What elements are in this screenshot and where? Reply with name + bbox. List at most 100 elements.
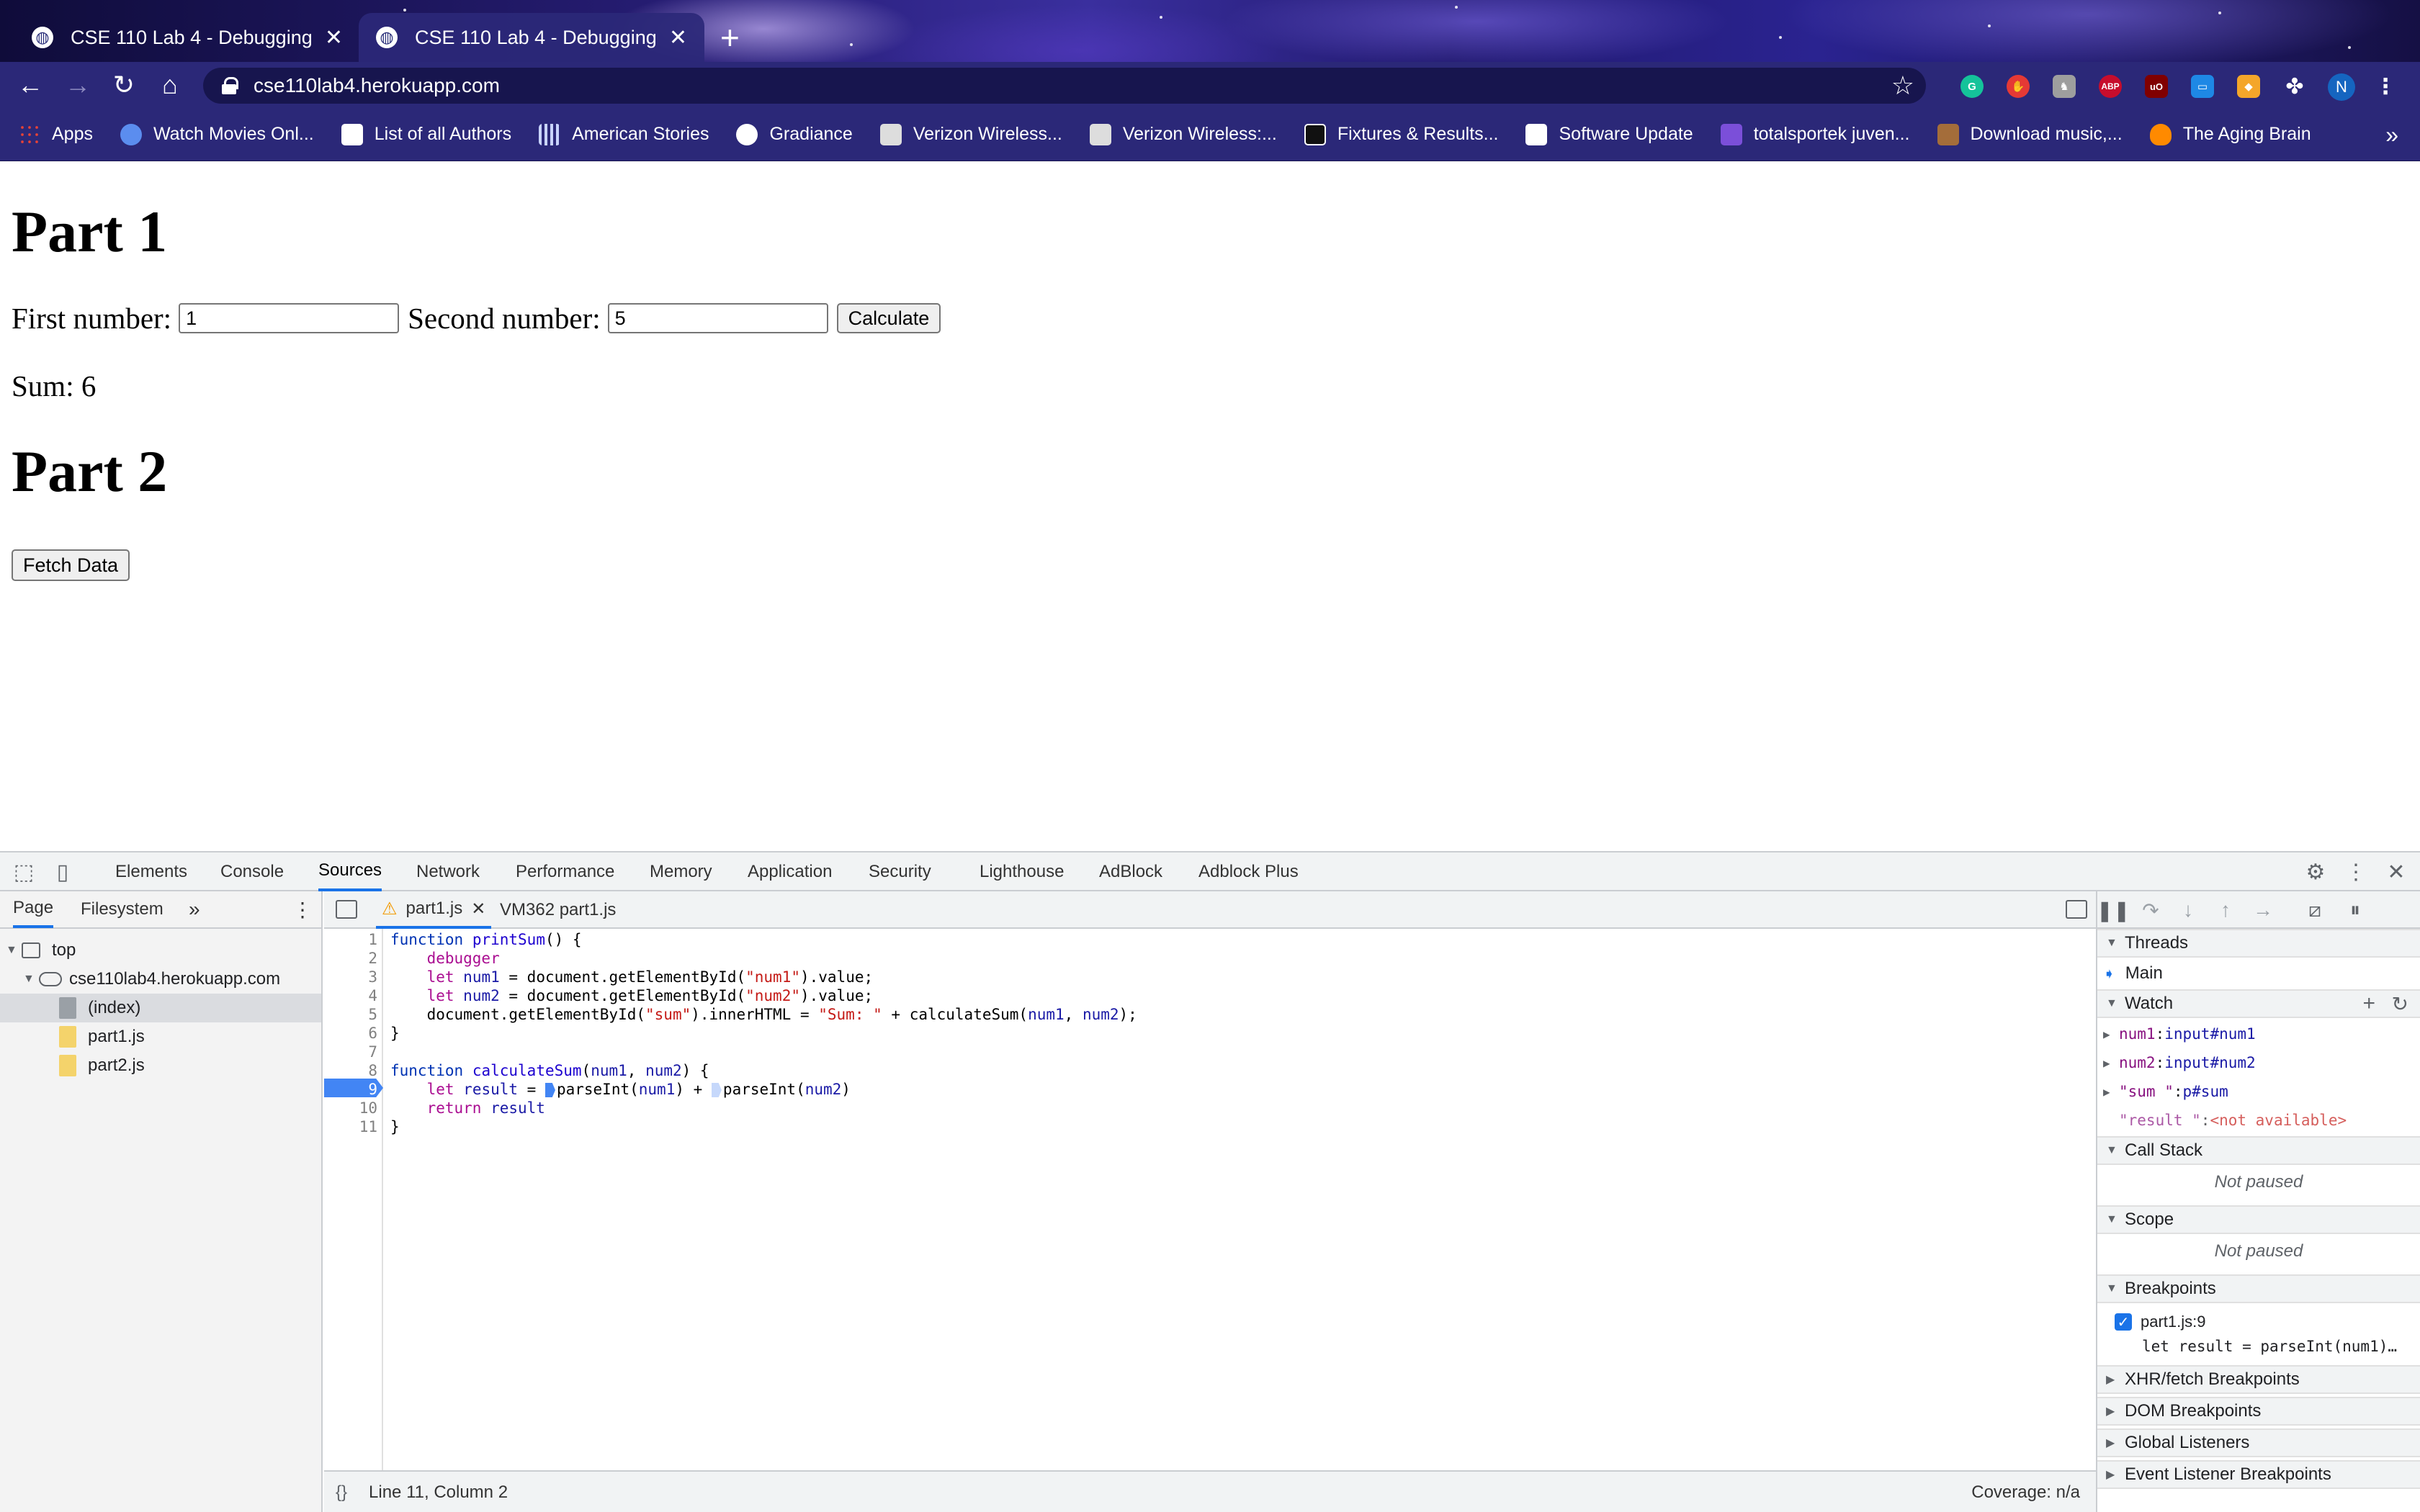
lock-icon[interactable] [222, 77, 238, 94]
profile-avatar[interactable]: N [2328, 73, 2355, 101]
watch-item[interactable]: ▶ num1: input#num1 [2097, 1020, 2420, 1048]
step-into-icon[interactable]: ↓ [2174, 891, 2202, 929]
devtools-tab-performance[interactable]: Performance [516, 852, 614, 891]
devtools-tab-security[interactable]: Security [869, 852, 931, 891]
tree-item-top[interactable]: ▼ top [0, 936, 321, 965]
deactivate-breakpoints-icon[interactable]: ⧄ [2300, 891, 2329, 929]
inspect-element-icon[interactable]: ⬚ [9, 852, 39, 891]
thread-main[interactable]: ➧ Main [2097, 959, 2420, 988]
toggle-navigator-icon[interactable] [336, 900, 357, 919]
home-icon[interactable]: ⌂ [150, 62, 190, 108]
bookmark-item[interactable]: Gradiance [736, 123, 853, 145]
address-url[interactable]: cse110lab4.herokuapp.com [254, 74, 500, 97]
line-number[interactable]: 1 [334, 930, 377, 949]
pretty-print-icon[interactable]: {} [336, 1482, 347, 1503]
more-options-icon[interactable]: ⋮ [2341, 852, 2371, 891]
puzzle-icon[interactable]: ✤ [2283, 75, 2306, 99]
browser-tab-1[interactable]: ◍ CSE 110 Lab 4 - Debugging ✕ [14, 13, 360, 62]
devtools-tab-sources[interactable]: Sources [318, 852, 382, 891]
scope-section-header[interactable]: ▼ Scope [2097, 1205, 2420, 1234]
toggle-debugger-icon[interactable] [2066, 900, 2087, 919]
watch-item[interactable]: ▶ num2: input#num2 [2097, 1048, 2420, 1077]
bookmark-item[interactable]: Verizon Wireless... [879, 123, 1062, 145]
event-listener-breakpoints-section-header[interactable]: ▶ Event Listener Breakpoints [2097, 1460, 2420, 1489]
inline-breakpoint-icon[interactable] [711, 1083, 722, 1097]
watch-item[interactable]: "result ": <not available> [2097, 1106, 2420, 1135]
devtools-tab-network[interactable]: Network [416, 852, 480, 891]
line-number[interactable]: 11 [334, 1117, 377, 1136]
second-number-input[interactable] [607, 303, 828, 333]
screen-extension-icon[interactable]: ▭ [2191, 75, 2214, 98]
settings-gear-icon[interactable]: ⚙ [2300, 852, 2331, 891]
add-watch-icon[interactable]: + [2362, 991, 2375, 1016]
ublock-origin-icon[interactable]: uO [2145, 75, 2168, 98]
close-devtools-icon[interactable]: ✕ [2381, 852, 2411, 891]
step-out-icon[interactable]: ↑ [2211, 891, 2240, 929]
bookmark-item[interactable]: American Stories [539, 123, 709, 145]
close-tab-icon[interactable]: ✕ [471, 899, 485, 919]
bookmark-item[interactable]: Verizon Wireless:... [1089, 123, 1277, 145]
code-view[interactable]: 1 2 3 4 5 6 7 8 9 10 11 function printSu… [324, 929, 2096, 1470]
address-bar[interactable]: cse110lab4.herokuapp.com ☆ [203, 68, 1926, 104]
devtools-tab-application[interactable]: Application [748, 852, 832, 891]
bookmark-apps[interactable]: Apps [19, 123, 93, 145]
new-tab-button[interactable]: + [720, 17, 740, 58]
device-toolbar-icon[interactable]: ▯ [48, 852, 78, 891]
breakpoints-section-header[interactable]: ▼ Breakpoints [2097, 1274, 2420, 1303]
pause-on-exceptions-icon[interactable]: ⏸ [2341, 891, 2370, 929]
devtools-tab-memory[interactable]: Memory [650, 852, 712, 891]
tab-close-icon[interactable]: ✕ [669, 25, 687, 50]
refresh-watch-icon[interactable]: ↻ [2392, 992, 2408, 1016]
tab-close-icon[interactable]: ✕ [325, 25, 343, 50]
line-number[interactable]: 3 [334, 968, 377, 986]
devtools-tab-adblock[interactable]: AdBlock [1099, 852, 1162, 891]
editor-tab-vm362[interactable]: VM362 part1.js [500, 891, 616, 929]
bookmark-item[interactable]: List of all Authors [341, 123, 511, 145]
devtools-tab-console[interactable]: Console [220, 852, 284, 891]
watch-item[interactable]: ▶ "sum ": p#sum [2097, 1077, 2420, 1106]
back-arrow-icon[interactable]: ← [10, 62, 50, 108]
bookmark-star-icon[interactable]: ☆ [1891, 71, 1914, 101]
tree-item-part1-js[interactable]: part1.js [0, 1022, 321, 1051]
line-gutter[interactable]: 1 2 3 4 5 6 7 8 9 10 11 [324, 929, 383, 1470]
forward-arrow-icon[interactable]: → [58, 62, 98, 108]
reload-icon[interactable]: ↻ [104, 62, 144, 108]
breakpoint-checkbox[interactable]: ✓ [2115, 1313, 2132, 1331]
line-number[interactable]: 6 [334, 1024, 377, 1043]
pause-icon[interactable]: ❚❚ [2097, 891, 2130, 929]
navigator-tab-filesystem[interactable]: Filesystem [81, 899, 163, 919]
adblock-plus-icon[interactable]: ABP [2099, 75, 2122, 98]
calculate-button[interactable]: Calculate [836, 303, 941, 333]
devtools-tab-lighthouse[interactable]: Lighthouse [980, 852, 1064, 891]
bookmark-item[interactable]: Watch Movies Onl... [120, 123, 314, 145]
devtools-tab-adblock-plus[interactable]: Adblock Plus [1198, 852, 1299, 891]
line-number[interactable]: 4 [334, 986, 377, 1005]
line-number[interactable]: 10 [334, 1099, 377, 1117]
grammarly-icon[interactable]: G [1960, 75, 1984, 98]
browser-tab-2[interactable]: ◍ CSE 110 Lab 4 - Debugging ✕ [359, 13, 704, 62]
bookmark-item[interactable]: The Aging Brain [2149, 123, 2311, 145]
navigator-more-icon[interactable]: » [189, 898, 200, 921]
line-number[interactable]: 7 [334, 1043, 377, 1061]
editor-tab-part1-js[interactable]: ⚠ part1.js ✕ [376, 891, 492, 929]
dom-breakpoints-section-header[interactable]: ▶ DOM Breakpoints [2097, 1397, 2420, 1426]
line-number[interactable]: 8 [334, 1061, 377, 1080]
step-icon[interactable]: → [2249, 891, 2277, 929]
line-number[interactable]: 2 [334, 949, 377, 968]
fetch-data-button[interactable]: Fetch Data [12, 549, 130, 581]
xhr-breakpoints-section-header[interactable]: ▶ XHR/fetch Breakpoints [2097, 1365, 2420, 1394]
tree-item-domain[interactable]: ▼ cse110lab4.herokuapp.com [0, 965, 321, 994]
bookmark-item[interactable]: Software Update [1525, 123, 1693, 145]
navigator-menu-icon[interactable]: ⋮ [292, 898, 313, 922]
navigator-tab-page[interactable]: Page [13, 891, 54, 928]
tree-item-index[interactable]: (index) [0, 994, 321, 1022]
stop-hand-icon[interactable]: ✋ [2007, 75, 2030, 98]
step-over-icon[interactable]: ↷ [2136, 891, 2165, 929]
bookmark-item[interactable]: Download music,... [1937, 123, 2123, 145]
gray-extension-icon[interactable]: ♞ [2053, 75, 2076, 98]
line-number[interactable]: 9 [334, 1080, 377, 1099]
first-number-input[interactable] [179, 303, 400, 333]
watch-section-header[interactable]: ▼ Watch + ↻ [2097, 989, 2420, 1018]
bookmarks-overflow-icon[interactable]: » [2385, 108, 2398, 161]
inline-breakpoint-icon[interactable] [544, 1083, 555, 1097]
